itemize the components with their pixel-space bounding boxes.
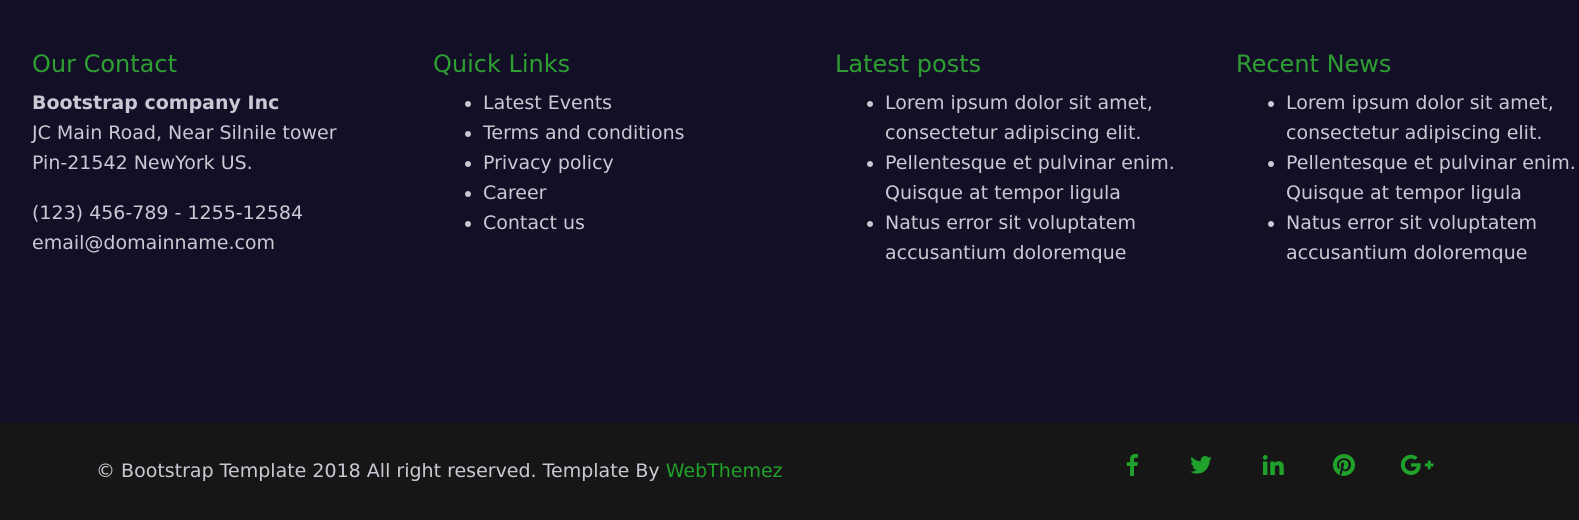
address-line-2: Pin-21542 NewYork US. [32, 152, 253, 174]
linkedin-icon [1262, 455, 1284, 475]
recent-news-item[interactable]: Natus error sit voluptatem accusantium d… [1286, 208, 1579, 268]
quick-links-list: Latest Events Terms and conditions Priva… [433, 88, 803, 238]
footer-top: Our Contact Bootstrap company Inc JC Mai… [0, 0, 1579, 423]
recent-news-heading: Recent News [1236, 50, 1392, 78]
contact-address: Bootstrap company Inc JC Main Road, Near… [32, 88, 402, 178]
quick-links-section: Quick Links Latest Events Terms and cond… [433, 48, 803, 238]
our-contact-heading: Our Contact [32, 50, 177, 78]
copyright-notice: © Bootstrap Template 2018 All right rese… [96, 456, 783, 486]
quick-link-terms[interactable]: Terms and conditions [483, 118, 803, 148]
pinterest-icon [1333, 454, 1355, 476]
pinterest-link[interactable] [1324, 445, 1364, 485]
quick-link-privacy[interactable]: Privacy policy [483, 148, 803, 178]
copyright-text: © Bootstrap Template 2018 All right rese… [96, 460, 666, 482]
company-name: Bootstrap company Inc [32, 92, 280, 114]
latest-post-item[interactable]: Lorem ipsum dolor sit amet, consectetur … [885, 88, 1205, 148]
contact-details: (123) 456-789 - 1255-12584 email@domainn… [32, 198, 402, 258]
recent-news-item[interactable]: Lorem ipsum dolor sit amet, consectetur … [1286, 88, 1579, 148]
footer-bottom-bar: © Bootstrap Template 2018 All right rese… [0, 423, 1579, 520]
latest-post-item[interactable]: Pellentesque et pulvinar enim. Quisque a… [885, 148, 1205, 208]
recent-news-section: Recent News Lorem ipsum dolor sit amet, … [1236, 48, 1579, 268]
quick-link-contact[interactable]: Contact us [483, 208, 803, 238]
contact-email: email@domainname.com [32, 232, 276, 254]
recent-news-list: Lorem ipsum dolor sit amet, consectetur … [1236, 88, 1579, 268]
our-contact-section: Our Contact Bootstrap company Inc JC Mai… [32, 48, 402, 258]
quick-link-latest-events[interactable]: Latest Events [483, 88, 803, 118]
facebook-icon [1126, 454, 1138, 476]
contact-phone: (123) 456-789 - 1255-12584 [32, 202, 304, 224]
facebook-link[interactable] [1112, 445, 1152, 485]
webthemez-link[interactable]: WebThemez [666, 460, 783, 482]
google-plus-link[interactable] [1397, 445, 1437, 485]
latest-posts-list: Lorem ipsum dolor sit amet, consectetur … [835, 88, 1205, 268]
twitter-icon [1190, 456, 1212, 474]
twitter-link[interactable] [1181, 445, 1221, 485]
address-line-1: JC Main Road, Near Silnile tower [32, 122, 337, 144]
google-plus-icon [1400, 454, 1434, 476]
linkedin-link[interactable] [1253, 445, 1293, 485]
latest-posts-section: Latest posts Lorem ipsum dolor sit amet,… [835, 48, 1205, 268]
latest-post-item[interactable]: Natus error sit voluptatem accusantium d… [885, 208, 1205, 268]
recent-news-item[interactable]: Pellentesque et pulvinar enim. Quisque a… [1286, 148, 1579, 208]
latest-posts-heading: Latest posts [835, 50, 982, 78]
quick-links-heading: Quick Links [433, 50, 571, 78]
quick-link-career[interactable]: Career [483, 178, 803, 208]
